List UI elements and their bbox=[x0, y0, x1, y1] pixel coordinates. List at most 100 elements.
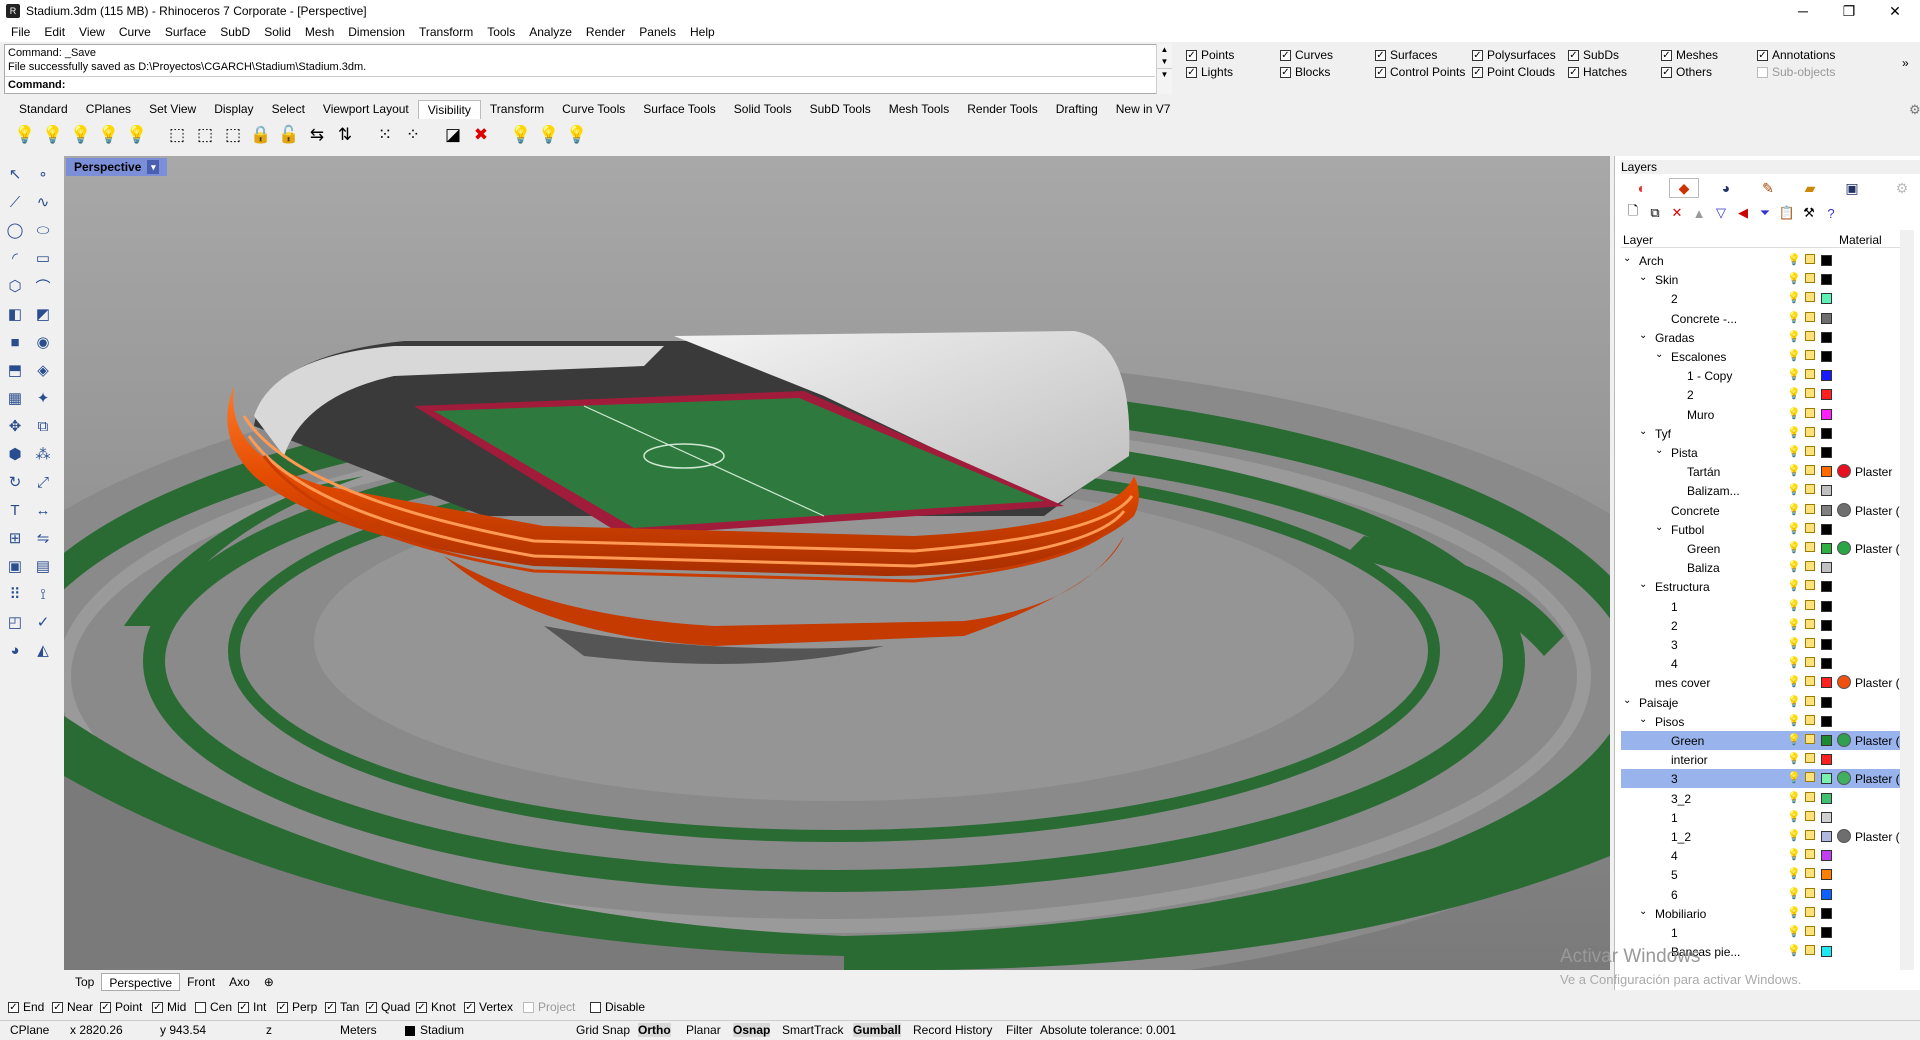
bulb-icon[interactable]: 💡 bbox=[1787, 579, 1801, 592]
unlock-icon[interactable]: 🔓 bbox=[276, 122, 302, 148]
points-on-icon[interactable]: ⁙ bbox=[372, 122, 398, 148]
filter-blocks[interactable]: ✓ Blocks bbox=[1280, 65, 1330, 79]
layer-name[interactable]: 6 bbox=[1671, 888, 1678, 902]
layer-name[interactable]: Arch bbox=[1639, 254, 1664, 268]
materials-tab-icon[interactable]: ✎ bbox=[1753, 178, 1783, 198]
osnap-perp[interactable]: ✓ Perp bbox=[277, 1000, 317, 1014]
bulb-icon[interactable]: 💡 bbox=[1787, 675, 1801, 688]
layer-row[interactable]: 3 💡 Plaster (6 bbox=[1621, 769, 1906, 789]
grid-array-icon[interactable]: ⠿ bbox=[3, 582, 27, 606]
layer-name[interactable]: Balizam... bbox=[1687, 484, 1740, 498]
bulb-icon[interactable]: 💡 bbox=[1787, 330, 1801, 343]
filter-sub-objects[interactable]: Sub-objects bbox=[1757, 65, 1835, 79]
menu-mesh[interactable]: Mesh bbox=[298, 25, 341, 39]
chevron-down-icon[interactable]: ⌄ bbox=[1639, 906, 1647, 917]
bulb-icon[interactable]: 💡 bbox=[1787, 752, 1801, 765]
layer-row[interactable]: ⌄ Mobiliario 💡 bbox=[1621, 904, 1903, 923]
bulb-icon[interactable]: 💡 bbox=[1787, 618, 1801, 631]
filter-subds[interactable]: ✓ SubDs bbox=[1568, 48, 1619, 62]
layer-row[interactable]: 4 💡 bbox=[1621, 846, 1903, 865]
layer-material[interactable]: Plaster (7 bbox=[1855, 830, 1906, 844]
mirror-icon[interactable]: ⇋ bbox=[31, 526, 55, 550]
lock-icon[interactable] bbox=[1805, 388, 1815, 399]
lock-icon[interactable] bbox=[1805, 830, 1815, 840]
layer-color-swatch[interactable] bbox=[1821, 293, 1832, 305]
layer-row[interactable]: 1 💡 bbox=[1621, 923, 1903, 942]
lock-icon[interactable] bbox=[1805, 273, 1815, 284]
viewport-tab-axo[interactable]: Axo bbox=[222, 973, 257, 991]
maximize-button[interactable]: ❐ bbox=[1826, 0, 1872, 22]
layer-color-swatch[interactable] bbox=[1821, 389, 1832, 401]
menu-transform[interactable]: Transform bbox=[412, 25, 480, 39]
layer-color-swatch[interactable] bbox=[1821, 619, 1832, 631]
osnap-cen[interactable]: Cen bbox=[195, 1000, 232, 1014]
layer-row[interactable]: 6 💡 bbox=[1621, 885, 1903, 904]
scroll-down-icon[interactable]: ▼ bbox=[1157, 56, 1172, 68]
bulb-icon[interactable]: 💡 bbox=[1787, 944, 1801, 957]
layer-name[interactable]: 3 bbox=[1671, 638, 1678, 652]
layer-name[interactable]: Tyf bbox=[1655, 427, 1671, 441]
layer-name[interactable]: Concrete -... bbox=[1671, 312, 1737, 326]
bulb-icon[interactable]: 💡 bbox=[1787, 733, 1801, 746]
text-icon[interactable]: T bbox=[3, 498, 27, 522]
surface-edge-icon[interactable]: ◩ bbox=[31, 302, 55, 326]
gear-icon[interactable]: ⚙ bbox=[1900, 100, 1920, 119]
bulb-off-icon[interactable]: 💡 bbox=[12, 122, 38, 148]
lock-icon[interactable] bbox=[1805, 446, 1815, 456]
layer-color-swatch[interactable] bbox=[1821, 907, 1832, 919]
bulb-icon[interactable]: 💡 bbox=[1787, 560, 1801, 573]
render-icon[interactable]: ◕ bbox=[3, 638, 27, 662]
tab-viewport-layout[interactable]: Viewport Layout bbox=[314, 100, 418, 119]
lock-icon[interactable] bbox=[1805, 753, 1815, 764]
tab-cplanes[interactable]: CPlanes bbox=[77, 100, 140, 119]
material-sphere-icon[interactable] bbox=[1837, 771, 1851, 786]
cplane-indicator[interactable]: CPlane bbox=[10, 1023, 49, 1037]
chevron-down-icon[interactable]: ⌄ bbox=[1639, 272, 1647, 283]
bulb-icon[interactable]: 💡 bbox=[1787, 887, 1801, 900]
scale-icon[interactable]: ⤢ bbox=[31, 470, 55, 494]
lock-icon[interactable] bbox=[1805, 407, 1815, 418]
bulb-icon[interactable]: 💡 bbox=[1787, 695, 1801, 708]
tab-visibility[interactable]: Visibility bbox=[417, 100, 481, 119]
chevron-down-icon[interactable]: ⌄ bbox=[1639, 579, 1647, 590]
clipping-plane-icon[interactable]: ◪ bbox=[440, 122, 466, 148]
layer-name[interactable]: Green bbox=[1671, 734, 1704, 748]
layer-color-swatch[interactable] bbox=[1821, 370, 1832, 382]
viewport-title[interactable]: Perspective ▾ bbox=[66, 158, 168, 176]
osnap-knot[interactable]: ✓ Knot bbox=[416, 1000, 456, 1014]
material-column-header[interactable]: Material bbox=[1839, 233, 1882, 247]
bulb-icon[interactable]: 💡 bbox=[1787, 906, 1801, 919]
viewport-tab-front[interactable]: Front bbox=[180, 973, 222, 991]
filter-hatches[interactable]: ✓ Hatches bbox=[1568, 65, 1627, 79]
lock-icon[interactable] bbox=[1805, 618, 1815, 629]
command-scrollbar[interactable]: ▲ ▼ ▼ bbox=[1156, 44, 1172, 94]
smarttrack-toggle[interactable]: SmartTrack bbox=[782, 1023, 844, 1037]
layer-isolate-icon[interactable]: 💡 bbox=[564, 122, 590, 148]
layer-color-swatch[interactable] bbox=[1821, 485, 1832, 497]
tab-surface-tools[interactable]: Surface Tools bbox=[634, 100, 725, 119]
layer-row[interactable]: 5 💡 bbox=[1621, 865, 1903, 884]
material-sphere-icon[interactable] bbox=[1837, 502, 1851, 517]
osnap-tan[interactable]: ✓ Tan bbox=[325, 1000, 359, 1014]
array-icon[interactable]: ⁂ bbox=[31, 442, 55, 466]
ortho-toggle[interactable]: Ortho bbox=[638, 1023, 671, 1037]
chevron-down-icon[interactable]: ⌄ bbox=[1655, 445, 1663, 456]
ellipse-icon[interactable]: ⬭ bbox=[31, 218, 55, 242]
filter-annotations[interactable]: ✓ Annotations bbox=[1757, 48, 1835, 62]
bulb-icon[interactable]: 💡 bbox=[1787, 311, 1801, 324]
layer-row[interactable]: Green 💡 Plaster (2 bbox=[1621, 539, 1906, 558]
layer-row[interactable]: 1 💡 bbox=[1621, 597, 1903, 616]
lock-icon[interactable] bbox=[1805, 350, 1815, 360]
lock-icon[interactable] bbox=[1805, 695, 1815, 706]
bulb-show-selected-icon[interactable]: 💡 bbox=[124, 122, 150, 148]
new-sublayer-icon[interactable]: ⧉ bbox=[1645, 204, 1665, 222]
filter-others[interactable]: ✓ Others bbox=[1661, 65, 1712, 79]
filter-meshes[interactable]: ✓ Meshes bbox=[1661, 48, 1718, 62]
hide-surfaces-icon[interactable]: ⬚ bbox=[220, 122, 246, 148]
lock-icon[interactable] bbox=[1805, 561, 1815, 572]
bulb-icon[interactable]: 💡 bbox=[1787, 368, 1801, 381]
layer-row[interactable]: interior 💡 bbox=[1621, 750, 1903, 769]
menu-solid[interactable]: Solid bbox=[257, 25, 298, 39]
layer-name[interactable]: Futbol bbox=[1671, 523, 1704, 537]
grid-snap-toggle[interactable]: Grid Snap bbox=[576, 1023, 630, 1037]
